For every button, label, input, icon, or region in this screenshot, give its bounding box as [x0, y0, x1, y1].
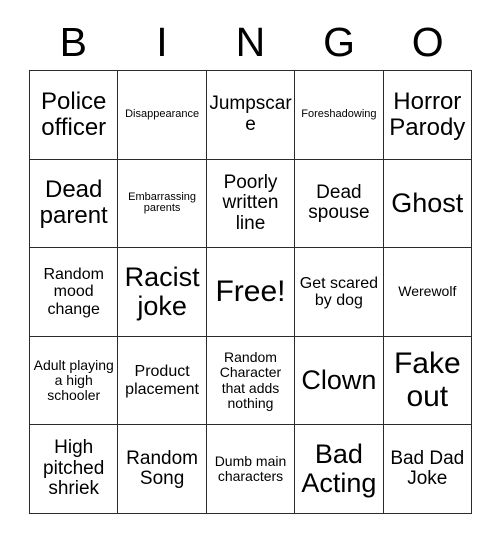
bingo-cell-label: Police officer: [41, 87, 107, 141]
bingo-header-letter-n: N: [235, 18, 266, 65]
bingo-cell-label: Dumb main characters: [214, 453, 287, 485]
bingo-cell-label: Foreshadowing: [301, 107, 377, 120]
bingo-cell-i3[interactable]: Racist joke: [118, 248, 207, 337]
bingo-cell-g2[interactable]: Dead spouse: [295, 159, 384, 249]
bingo-cell-b4[interactable]: Adult playing a high schooler: [30, 336, 119, 426]
bingo-cell-o2[interactable]: Ghost: [383, 159, 472, 249]
bingo-cell-n2[interactable]: Poorly written line: [206, 159, 296, 249]
bingo-card: B I N G O Police officer Disappearance J…: [0, 0, 500, 544]
bingo-cell-label: Random mood change: [43, 266, 104, 318]
bingo-header-letter-g: G: [323, 18, 356, 65]
bingo-cell-label: Get scared by dog: [299, 274, 379, 309]
bingo-cell-i4[interactable]: Product placement: [118, 336, 207, 426]
bingo-cell-n4[interactable]: Random Character that adds nothing: [206, 336, 296, 426]
bingo-header-letter-o: O: [411, 18, 444, 65]
bingo-cell-label: Ghost: [391, 187, 464, 218]
bingo-cell-b5[interactable]: High pitched shriek: [30, 425, 119, 514]
bingo-header-row: B I N G O: [29, 14, 472, 70]
bingo-cell-label: Werewolf: [398, 283, 457, 300]
bingo-cell-i1[interactable]: Disappearance: [118, 71, 207, 160]
bingo-header-letter-b: B: [59, 18, 87, 65]
bingo-cell-label: Dead spouse: [308, 181, 370, 224]
bingo-free-space-label: Free!: [215, 274, 286, 308]
bingo-cell-label: Jumpscare: [209, 93, 292, 135]
bingo-cell-o3[interactable]: Werewolf: [383, 248, 472, 337]
bingo-cell-label: Random Song: [126, 447, 198, 490]
bingo-cell-i5[interactable]: Random Song: [118, 425, 207, 514]
bingo-cell-label: Dead parent: [39, 176, 108, 230]
bingo-grid: Police officer Disappearance Jumpscare F…: [29, 70, 472, 514]
bingo-cell-o1[interactable]: Horror Parody: [383, 71, 472, 160]
bingo-cell-label: Bad Dad Joke: [390, 447, 465, 490]
bingo-cell-o5[interactable]: Bad Dad Joke: [383, 425, 472, 514]
bingo-cell-i2[interactable]: Embarrassing parents: [118, 159, 207, 249]
bingo-cell-free-space[interactable]: Free!: [206, 248, 296, 337]
bingo-cell-label: Disappearance: [125, 107, 200, 120]
bingo-cell-g4[interactable]: Clown: [295, 336, 384, 426]
bingo-cell-label: Random Character that adds nothing: [219, 349, 282, 411]
bingo-cell-label: Product placement: [125, 363, 199, 398]
bingo-cell-label: High pitched shriek: [43, 437, 105, 500]
bingo-cell-g1[interactable]: Foreshadowing: [295, 71, 384, 160]
bingo-cell-label: Adult playing a high schooler: [33, 356, 114, 404]
bingo-cell-label: Horror Parody: [389, 87, 466, 141]
bingo-cell-b1[interactable]: Police officer: [30, 71, 119, 160]
bingo-cell-n1[interactable]: Jumpscare: [206, 71, 296, 160]
bingo-cell-b2[interactable]: Dead parent: [30, 159, 119, 249]
bingo-cell-label: Fake out: [393, 347, 461, 413]
bingo-cell-o4[interactable]: Fake out: [383, 336, 472, 426]
bingo-cell-n5[interactable]: Dumb main characters: [206, 425, 296, 514]
bingo-cell-label: Racist joke: [124, 261, 200, 321]
bingo-cell-label: Embarrassing parents: [128, 190, 197, 215]
bingo-cell-label: Poorly written line: [222, 171, 279, 234]
bingo-cell-label: Clown: [301, 365, 377, 396]
bingo-header-letter-i: I: [156, 18, 168, 65]
bingo-cell-label: Bad Acting: [301, 439, 377, 499]
bingo-cell-b3[interactable]: Random mood change: [30, 248, 119, 337]
bingo-cell-g5[interactable]: Bad Acting: [295, 425, 384, 514]
bingo-cell-g3[interactable]: Get scared by dog: [295, 248, 384, 337]
